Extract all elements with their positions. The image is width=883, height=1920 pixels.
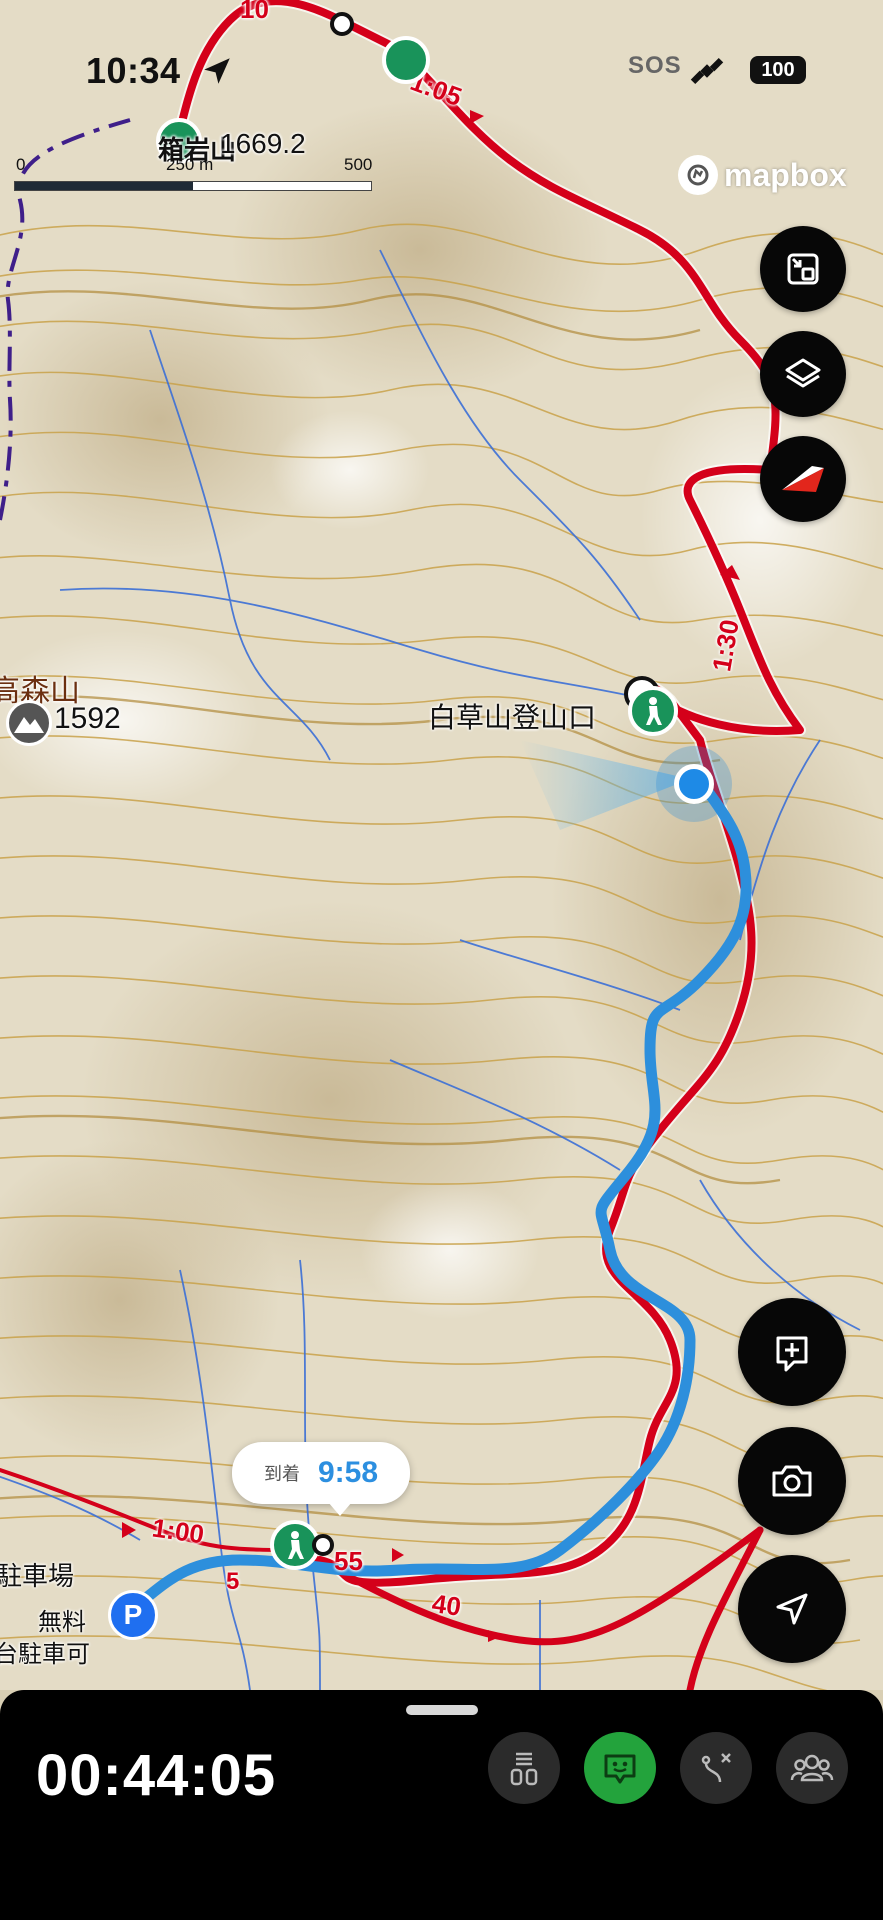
arrival-time: 9:58: [317, 1456, 379, 1489]
peak-elevation-label: 1592: [54, 702, 121, 735]
segment-time-label: 55: [334, 1546, 363, 1576]
mapbox-logo-icon: [678, 155, 718, 195]
scale-bar: [14, 181, 372, 191]
group-button[interactable]: [776, 1732, 848, 1804]
map-view[interactable]: 10 1:05 1:30 1:00 55 5 40 箱岩山 1669.2 高森山…: [0, 0, 883, 1690]
scale-start-label: 0: [16, 155, 26, 174]
segment-time-label: 40: [430, 1588, 463, 1622]
compass-icon: [782, 466, 824, 492]
chat-button[interactable]: [584, 1732, 656, 1804]
route-edit-icon: [701, 1753, 731, 1783]
hiker-marker[interactable]: [382, 36, 430, 84]
compass-button[interactable]: [760, 436, 846, 522]
expand-icon: [787, 253, 819, 285]
arrival-label: 到着: [263, 1464, 300, 1485]
hiker-marker[interactable]: [628, 686, 678, 736]
mapbox-text: mapbox: [724, 156, 847, 193]
parking-fee-label: 無料: [38, 1609, 86, 1636]
sos-indicator: SOS: [628, 52, 682, 79]
waypoint-marker[interactable]: [312, 1534, 334, 1556]
topographic-map: [0, 0, 883, 1690]
satellite-icon: [690, 57, 724, 85]
map-scale-bar: 0 250 m 500 m: [14, 155, 374, 195]
group-icon: [790, 1754, 834, 1782]
waypoint-marker[interactable]: [330, 12, 354, 36]
route-info-icon: [510, 1752, 538, 1786]
segment-time-label: 5: [226, 1568, 240, 1595]
trailhead-label: 白草山登山口: [428, 702, 597, 733]
camera-icon: [772, 1465, 812, 1497]
location-arrow-icon: [204, 58, 230, 84]
route-info-button[interactable]: [488, 1732, 560, 1804]
add-memo-button[interactable]: [738, 1298, 846, 1406]
mountain-icon[interactable]: [6, 700, 52, 746]
elapsed-timer: 00:44:05: [36, 1743, 277, 1808]
battery-indicator: 100: [750, 56, 806, 84]
parking-label: 駐車場: [0, 1561, 75, 1591]
locate-button[interactable]: [738, 1555, 846, 1663]
status-time: 10:34: [86, 50, 181, 91]
sheet-grabber[interactable]: [406, 1705, 478, 1715]
layers-button[interactable]: [760, 331, 846, 417]
mapbox-attribution[interactable]: mapbox: [678, 155, 847, 195]
scale-mid-label: 250 m: [166, 155, 214, 174]
camera-button[interactable]: [738, 1427, 846, 1535]
expand-button[interactable]: [760, 226, 846, 312]
segment-time-label: 10: [240, 0, 269, 24]
current-location-marker: [656, 746, 732, 822]
chat-icon: [604, 1754, 636, 1784]
locate-icon: [776, 1593, 808, 1625]
arrival-time-bubble[interactable]: 到着 9:58: [232, 1442, 410, 1516]
route-edit-button[interactable]: [680, 1732, 752, 1804]
parking-icon[interactable]: P: [108, 1590, 158, 1640]
bottom-panel: 00:44:05: [0, 1690, 883, 1920]
add-memo-icon: [776, 1336, 808, 1372]
parking-note-label: 台駐車可: [0, 1641, 90, 1668]
layers-icon: [785, 358, 821, 388]
